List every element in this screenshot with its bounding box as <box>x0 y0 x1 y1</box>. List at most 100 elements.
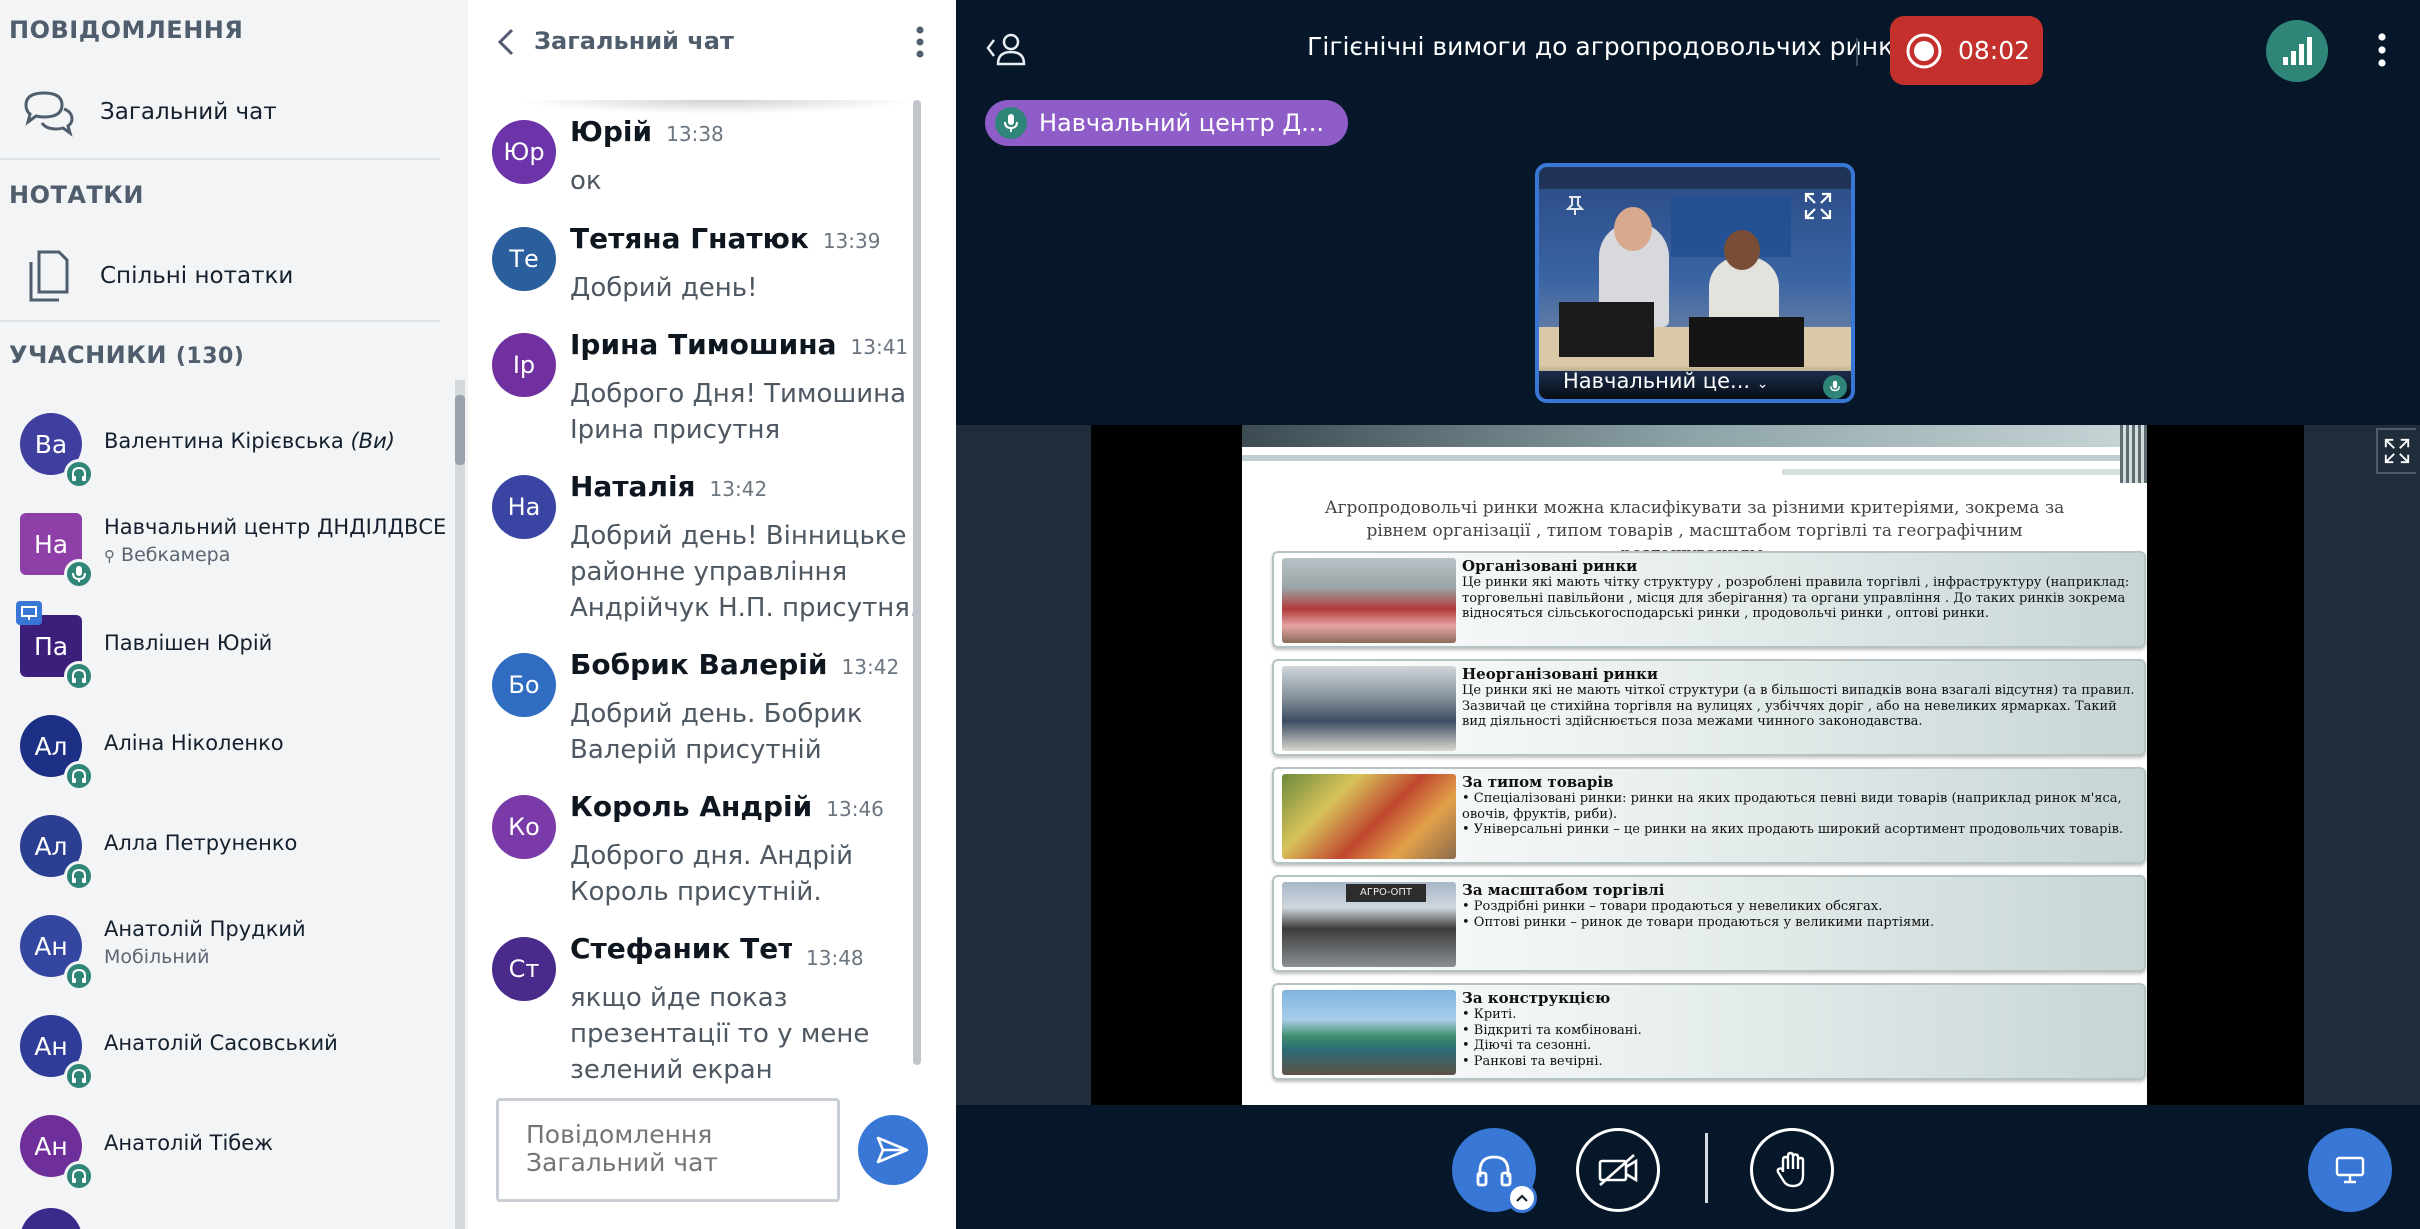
slide-card-trade-scale: АГРО-ОПТ За масштабом торгівлі • Роздріб… <box>1272 875 2146 972</box>
sidebar-scrollbar-thumb[interactable] <box>455 395 465 465</box>
fullscreen-button[interactable] <box>2376 428 2416 474</box>
headphones-icon <box>64 459 94 489</box>
presentation-area: Агропродовольчі ринки можна класифікуват… <box>956 425 2420 1105</box>
author-name: Наталія <box>570 470 696 503</box>
chevron-up-icon[interactable] <box>1507 1183 1537 1213</box>
public-chat-item[interactable]: Загальний чат <box>0 72 430 152</box>
slide-card-unorganized: Неорганізовані ринки Це ринки які не маю… <box>1272 659 2146 756</box>
message-time: 13:41 <box>850 335 909 359</box>
card-body: Це ринки які не мають чіткої структури (… <box>1462 683 2135 729</box>
avatar: Юр <box>492 120 556 184</box>
participant-status: ⚲ Вебкамера <box>104 544 230 566</box>
message-author: Король Андрій 13:46 <box>570 790 884 823</box>
presenter-icon <box>16 601 42 625</box>
sidebar-scrollbar-track[interactable] <box>455 380 465 1229</box>
card-body: • Роздрібні ринки – товари продаються у … <box>1462 899 1935 930</box>
pin-icon: ⚲ <box>104 547 115 565</box>
participant-item[interactable]: Ан Анатолій Прудкий Мобільний <box>0 893 450 993</box>
audio-button[interactable] <box>1452 1128 1537 1213</box>
connection-status-button[interactable] <box>2266 20 2328 82</box>
market-sign: АГРО-ОПТ <box>1346 884 1426 902</box>
participants-section-title: УЧАСНИКИ (130) <box>9 341 244 369</box>
pin-icon[interactable] <box>1563 193 1587 217</box>
talking-indicator[interactable]: Навчальний центр Д... <box>985 100 1348 146</box>
chat-message-input[interactable] <box>496 1098 840 1202</box>
avatar: Ко <box>492 795 556 859</box>
slide-header-band <box>1242 425 2147 447</box>
message-text: Добрий день! Вінницьке районне управлінн… <box>570 521 919 623</box>
message-text: Добрий день. Бобрик Валерій присутній <box>570 699 863 765</box>
more-options-icon[interactable] <box>2370 30 2394 70</box>
record-button[interactable]: 08:02 <box>1890 16 2043 85</box>
shared-notes-label: Спільні нотатки <box>100 263 294 289</box>
webcam-video[interactable]: Навчальний це... ⌄ <box>1535 163 1855 403</box>
participants-count: (130) <box>175 344 245 369</box>
participant-item[interactable]: Ва Валентина Кірієвська (Ви) <box>0 391 450 491</box>
avatar: Ір <box>492 333 556 397</box>
chevron-left-icon[interactable] <box>492 24 522 60</box>
avatar: На <box>492 475 556 539</box>
avatar: Бо <box>492 653 556 717</box>
participant-item[interactable]: Ал Аліна Ніколенко <box>0 693 450 793</box>
headphones-icon <box>1476 1155 1512 1187</box>
participant-name-text: Валентина Кірієвська <box>104 429 344 453</box>
message-time: 13:42 <box>841 655 900 679</box>
headphones-icon <box>64 961 94 991</box>
chat-scrollbar[interactable] <box>913 100 921 1065</box>
raise-hand-button[interactable] <box>1750 1128 1834 1212</box>
participant-item[interactable]: Ал Алла Петруненко <box>0 793 450 893</box>
participant-name: Анатолій Тібеж <box>104 1131 274 1155</box>
chat-header: Загальний чат <box>468 0 956 82</box>
webcam-username-text: Навчальний це... <box>1563 369 1751 393</box>
author-name: Король Андрій <box>570 790 813 823</box>
headphones-icon <box>64 661 94 691</box>
message-author: Юрій 13:38 <box>570 115 724 148</box>
users-toggle-icon[interactable] <box>984 30 1030 70</box>
expand-icon[interactable] <box>1803 191 1833 221</box>
screen-share-button[interactable] <box>2308 1128 2392 1212</box>
camera-button[interactable] <box>1576 1128 1660 1212</box>
message-author: Ірина Тимошина 13:41 <box>570 328 908 361</box>
headphones-icon <box>64 761 94 791</box>
card-content: За масштабом торгівлі • Роздрібні ринки … <box>1462 881 2144 930</box>
chat-title: Загальний чат <box>534 27 734 55</box>
participant-item[interactable]: На Навчальний центр ДНДІЛДВСЕ ⚲ Вебкамер… <box>0 491 450 591</box>
message-time: 13:39 <box>822 229 881 253</box>
participant-name: Павлішен Юрій <box>104 631 273 655</box>
participant-name: Аліна Ніколенко <box>104 731 284 755</box>
message-time: 13:46 <box>826 797 884 821</box>
street-market-photo <box>1282 666 1456 751</box>
participant-name: Анатолій Сасовський <box>104 1031 338 1055</box>
participant-item[interactable]: Ан Анатолій Сасовський <box>0 993 450 1093</box>
headphones-icon <box>64 1161 94 1191</box>
participants-title: УЧАСНИКИ <box>9 341 167 369</box>
participant-status-text: Вебкамера <box>121 544 231 566</box>
person-head <box>1724 230 1760 270</box>
public-chat-label: Загальний чат <box>100 99 277 125</box>
divider <box>1705 1133 1708 1203</box>
card-body: Це ринки які мають чітку структуру , роз… <box>1462 575 2130 621</box>
record-timer: 08:02 <box>1958 36 2031 65</box>
record-icon <box>1906 33 1942 68</box>
chat-panel: Загальний чат Юр Юрій 13:38 ок Те Тетяна … <box>468 0 956 1229</box>
chevron-down-icon[interactable]: ⌄ <box>1757 376 1769 392</box>
send-message-button[interactable] <box>858 1115 928 1185</box>
participant-item[interactable]: Па Павлішен Юрій <box>0 593 450 693</box>
slide-header-line <box>1782 469 2147 475</box>
sidebar: ПОВІДОМЛЕННЯ Загальний чат НОТАТКИ Спіль… <box>0 0 468 1229</box>
signal-bars-icon <box>2283 37 2312 65</box>
message-text: Доброго дня. Андрій Король присутній. <box>570 841 854 907</box>
message-text: Доброго Дня! Тимошина Ірина присутня <box>570 379 907 445</box>
author-name: Бобрик Валерій <box>570 648 828 681</box>
card-title: Неорганізовані ринки <box>1462 665 1658 683</box>
divider <box>0 320 440 322</box>
card-body: • Спеціалізовані ринки: ринки на яких пр… <box>1462 791 2124 837</box>
more-options-icon[interactable] <box>908 24 932 60</box>
message-time: 13:42 <box>709 477 768 501</box>
expand-icon <box>2384 438 2410 464</box>
message-author: Бобрик Валерій 13:42 <box>570 648 899 681</box>
message-time: 13:48 <box>806 946 864 970</box>
shared-notes-item[interactable]: Спільні нотатки <box>0 236 430 316</box>
message-text: якщо йде показ презентації то у мене зел… <box>570 983 870 1085</box>
participant-item[interactable]: Ан Анатолій Тібеж <box>0 1093 450 1193</box>
